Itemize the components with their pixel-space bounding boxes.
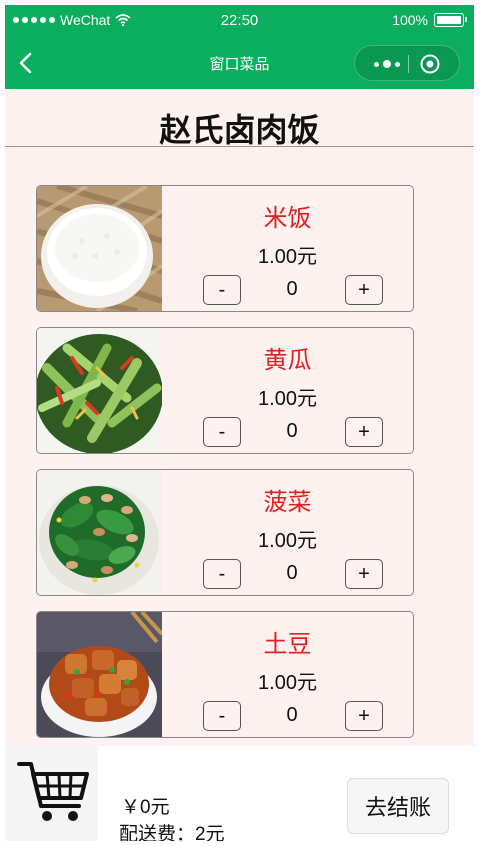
cart-total: ￥0元 (121, 797, 170, 818)
dish-name: 土豆 (263, 631, 312, 658)
more-dots-icon[interactable] (367, 55, 407, 73)
increase-button[interactable]: + (345, 559, 383, 589)
dish-name: 米饭 (263, 205, 312, 232)
close-target-icon[interactable] (419, 53, 441, 75)
dish-name: 菠菜 (263, 489, 312, 516)
quantity-count: 0 (286, 562, 298, 584)
increase-button[interactable]: + (345, 417, 383, 447)
mini-program-capsule (354, 45, 460, 81)
shop-title: 赵氏卤肉饭 (159, 112, 320, 148)
battery-icon (434, 13, 467, 27)
battery-percent: 100% (392, 12, 428, 28)
status-bar: WeChat 22:50 100% (5, 5, 474, 37)
increase-button[interactable]: + (345, 701, 383, 731)
header-divider (5, 146, 474, 147)
checkout-button[interactable]: 去结账 (347, 778, 449, 834)
cart-icon (17, 762, 89, 821)
dish-card: 米饭 1.00元 - 0 + (36, 185, 414, 312)
dish-card: 菠菜 1.00元 - 0 + (36, 469, 414, 596)
dish-price: 1.00元 (258, 388, 317, 410)
dish-price: 1.00元 (258, 672, 317, 694)
delivery-fee: 配送费：2元 (119, 824, 225, 841)
decrease-button[interactable]: - (203, 417, 241, 447)
increase-button[interactable]: + (345, 275, 383, 305)
dish-price: 1.00元 (258, 246, 317, 268)
cucumber-salad-image (37, 328, 162, 453)
dish-card: 黄瓜 1.00元 - 0 + (36, 327, 414, 454)
battery-group: 100% (392, 12, 467, 28)
dish-name: 黄瓜 (263, 347, 312, 374)
cart-bar: ￥0元 配送费：2元 去结账 (5, 746, 474, 841)
capsule-divider (408, 55, 409, 73)
decrease-button[interactable]: - (203, 275, 241, 305)
cart-icon-box[interactable] (5, 746, 98, 841)
quantity-count: 0 (286, 278, 298, 300)
decrease-button[interactable]: - (203, 559, 241, 589)
braised-potatoes-image (37, 612, 162, 737)
app-frame: WeChat 22:50 100% 窗口菜品 赵氏卤肉饭 米饭 1.00元 - … (5, 5, 474, 841)
dish-price: 1.00元 (258, 530, 317, 552)
decrease-button[interactable]: - (203, 701, 241, 731)
rice-bowl-image (37, 186, 162, 311)
spinach-peanuts-image (37, 470, 162, 595)
dish-list: 米饭 1.00元 - 0 + 黄瓜 1.00元 - 0 + 菠菜 1.00元 -… (36, 185, 414, 753)
dish-card: 土豆 1.00元 - 0 + (36, 611, 414, 738)
quantity-count: 0 (286, 420, 298, 442)
quantity-count: 0 (286, 704, 298, 726)
nav-bar: 窗口菜品 (5, 37, 474, 89)
